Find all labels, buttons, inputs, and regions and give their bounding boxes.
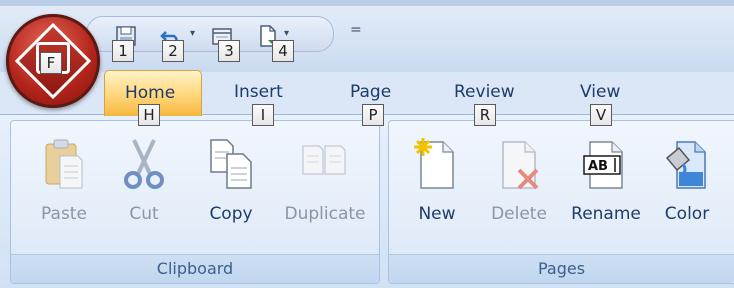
tab-home-label: Home bbox=[125, 83, 176, 103]
copy-label: Copy bbox=[209, 204, 253, 224]
new-button[interactable]: New bbox=[404, 128, 470, 238]
svg-text:AB: AB bbox=[588, 159, 608, 174]
tab-view-label: View bbox=[580, 82, 621, 102]
keytip-qat-3: 3 bbox=[218, 40, 240, 62]
keytip-view: V bbox=[590, 104, 612, 126]
paste-label: Paste bbox=[41, 204, 87, 224]
rename-label: Rename bbox=[571, 204, 641, 224]
delete-label: Delete bbox=[491, 204, 547, 224]
duplicate-icon bbox=[302, 145, 346, 175]
new-page-icon bbox=[414, 138, 454, 189]
delete-button[interactable]: Delete bbox=[486, 128, 552, 238]
keytip-qat-2: 2 bbox=[162, 40, 184, 62]
keytip-qat-4: 4 bbox=[272, 40, 294, 62]
window-top-strip bbox=[0, 0, 734, 6]
cut-label: Cut bbox=[129, 204, 159, 224]
color-fill-icon bbox=[665, 141, 706, 189]
color-label: Color bbox=[664, 204, 710, 224]
keytip-application: F bbox=[40, 52, 62, 74]
color-button[interactable]: Color bbox=[652, 128, 722, 238]
keytip-page: P bbox=[362, 104, 384, 126]
delete-page-icon bbox=[502, 141, 539, 190]
customize-qat-icon[interactable]: = bbox=[350, 22, 364, 38]
group-clipboard-label: Clipboard bbox=[11, 254, 379, 283]
duplicate-label: Duplicate bbox=[284, 204, 366, 224]
keytip-home: H bbox=[138, 104, 160, 126]
keytip-qat-1: 1 bbox=[112, 40, 134, 62]
tab-insert-label: Insert bbox=[234, 82, 283, 102]
paste-icon bbox=[45, 139, 83, 189]
group-pages-label: Pages bbox=[389, 254, 734, 283]
paste-button[interactable]: Paste bbox=[26, 128, 102, 238]
new-label: New bbox=[418, 204, 456, 224]
copy-icon bbox=[210, 139, 252, 189]
rename-button[interactable]: AB Rename bbox=[566, 128, 646, 238]
rename-icon: AB bbox=[583, 141, 623, 189]
keytip-review: R bbox=[474, 104, 496, 126]
tab-page-label: Page bbox=[350, 82, 392, 102]
duplicate-button[interactable]: Duplicate bbox=[280, 128, 370, 238]
cut-button[interactable]: Cut bbox=[116, 128, 172, 238]
keytip-insert: I bbox=[252, 104, 274, 126]
tab-review-label: Review bbox=[454, 82, 515, 102]
copy-button[interactable]: Copy bbox=[198, 128, 264, 238]
scissors-icon bbox=[124, 139, 164, 189]
undo-dropdown-icon[interactable]: ▾ bbox=[190, 28, 204, 44]
